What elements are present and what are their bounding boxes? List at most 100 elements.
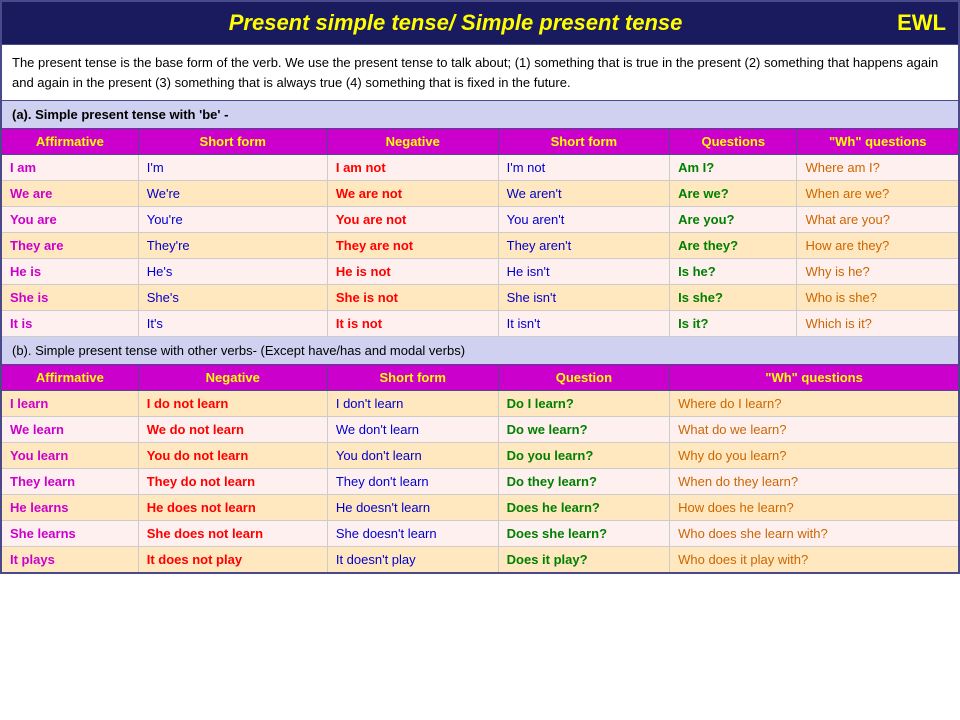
wh-cell: What do we learn?	[670, 417, 959, 443]
main-title: Present simple tense/ Simple present ten…	[229, 10, 683, 35]
short-cell: It doesn't play	[327, 547, 498, 574]
short2-cell: She isn't	[498, 285, 669, 311]
neg-cell: They do not learn	[138, 469, 327, 495]
short-cell: She doesn't learn	[327, 521, 498, 547]
wh-cell: Who does it play with?	[670, 547, 959, 574]
short1-cell: I'm	[138, 155, 327, 181]
neg-cell: You do not learn	[138, 443, 327, 469]
section-a-header: (a). Simple present tense with 'be' -	[1, 101, 959, 129]
table-row: It plays It does not play It doesn't pla…	[1, 547, 959, 574]
short2-cell: They aren't	[498, 233, 669, 259]
short1-cell: It's	[138, 311, 327, 337]
short1-cell: He's	[138, 259, 327, 285]
col-header-negative: Negative	[327, 129, 498, 155]
aff-cell: He learns	[1, 495, 138, 521]
short-cell: We don't learn	[327, 417, 498, 443]
short2-cell: He isn't	[498, 259, 669, 285]
col-b-header-short: Short form	[327, 365, 498, 391]
section-b-header: (b). Simple present tense with other ver…	[1, 337, 959, 365]
table-row: I am I'm I am not I'm not Am I? Where am…	[1, 155, 959, 181]
aff-cell: She is	[1, 285, 138, 311]
col-b-header-question: Question	[498, 365, 669, 391]
q-cell: Are you?	[670, 207, 797, 233]
wh-cell: What are you?	[797, 207, 959, 233]
neg-cell: We are not	[327, 181, 498, 207]
aff-cell: I learn	[1, 391, 138, 417]
col-b-header-wh: "Wh" questions	[670, 365, 959, 391]
aff-cell: We are	[1, 181, 138, 207]
section-a-col-headers: Affirmative Short form Negative Short fo…	[1, 129, 959, 155]
neg-cell: It is not	[327, 311, 498, 337]
q-cell: Does it play?	[498, 547, 669, 574]
table-row: He learns He does not learn He doesn't l…	[1, 495, 959, 521]
title-row: Present simple tense/ Simple present ten…	[1, 1, 959, 45]
intro-text: The present tense is the base form of th…	[1, 45, 959, 101]
brand-title: EWL	[897, 10, 946, 36]
short1-cell: She's	[138, 285, 327, 311]
wh-cell: How does he learn?	[670, 495, 959, 521]
table-row: We learn We do not learn We don't learn …	[1, 417, 959, 443]
short-cell: You don't learn	[327, 443, 498, 469]
aff-cell: You are	[1, 207, 138, 233]
short2-cell: We aren't	[498, 181, 669, 207]
wh-cell: How are they?	[797, 233, 959, 259]
wh-cell: Why do you learn?	[670, 443, 959, 469]
short-cell: He doesn't learn	[327, 495, 498, 521]
wh-cell: Which is it?	[797, 311, 959, 337]
neg-cell: He is not	[327, 259, 498, 285]
table-row: It is It's It is not It isn't Is it? Whi…	[1, 311, 959, 337]
table-row: She learns She does not learn She doesn'…	[1, 521, 959, 547]
aff-cell: They learn	[1, 469, 138, 495]
section-a-header-row: (a). Simple present tense with 'be' -	[1, 101, 959, 129]
intro-row: The present tense is the base form of th…	[1, 45, 959, 101]
wh-cell: Where do I learn?	[670, 391, 959, 417]
section-b-header-row: (b). Simple present tense with other ver…	[1, 337, 959, 365]
short2-cell: I'm not	[498, 155, 669, 181]
col-header-short2: Short form	[498, 129, 669, 155]
neg-cell: I do not learn	[138, 391, 327, 417]
short2-cell: It isn't	[498, 311, 669, 337]
wh-cell: When are we?	[797, 181, 959, 207]
neg-cell: We do not learn	[138, 417, 327, 443]
short-cell: They don't learn	[327, 469, 498, 495]
table-row: You learn You do not learn You don't lea…	[1, 443, 959, 469]
q-cell: Do they learn?	[498, 469, 669, 495]
q-cell: Do I learn?	[498, 391, 669, 417]
neg-cell: It does not play	[138, 547, 327, 574]
col-header-affirmative: Affirmative	[1, 129, 138, 155]
neg-cell: She is not	[327, 285, 498, 311]
section-b-col-headers: Affirmative Negative Short form Question…	[1, 365, 959, 391]
table-row: I learn I do not learn I don't learn Do …	[1, 391, 959, 417]
q-cell: Do we learn?	[498, 417, 669, 443]
aff-cell: You learn	[1, 443, 138, 469]
q-cell: Is she?	[670, 285, 797, 311]
neg-cell: He does not learn	[138, 495, 327, 521]
neg-cell: You are not	[327, 207, 498, 233]
table-row: They are They're They are not They aren'…	[1, 233, 959, 259]
short1-cell: We're	[138, 181, 327, 207]
col-header-short1: Short form	[138, 129, 327, 155]
q-cell: Do you learn?	[498, 443, 669, 469]
wh-cell: Why is he?	[797, 259, 959, 285]
aff-cell: It is	[1, 311, 138, 337]
neg-cell: She does not learn	[138, 521, 327, 547]
short1-cell: You're	[138, 207, 327, 233]
q-cell: Are they?	[670, 233, 797, 259]
col-b-header-affirmative: Affirmative	[1, 365, 138, 391]
short-cell: I don't learn	[327, 391, 498, 417]
aff-cell: I am	[1, 155, 138, 181]
table-row: He is He's He is not He isn't Is he? Why…	[1, 259, 959, 285]
wh-cell: Who does she learn with?	[670, 521, 959, 547]
q-cell: Does she learn?	[498, 521, 669, 547]
wh-cell: When do they learn?	[670, 469, 959, 495]
wh-cell: Where am I?	[797, 155, 959, 181]
short2-cell: You aren't	[498, 207, 669, 233]
col-header-questions: Questions	[670, 129, 797, 155]
aff-cell: She learns	[1, 521, 138, 547]
q-cell: Does he learn?	[498, 495, 669, 521]
q-cell: Are we?	[670, 181, 797, 207]
q-cell: Is he?	[670, 259, 797, 285]
aff-cell: We learn	[1, 417, 138, 443]
col-b-header-negative: Negative	[138, 365, 327, 391]
table-row: We are We're We are not We aren't Are we…	[1, 181, 959, 207]
